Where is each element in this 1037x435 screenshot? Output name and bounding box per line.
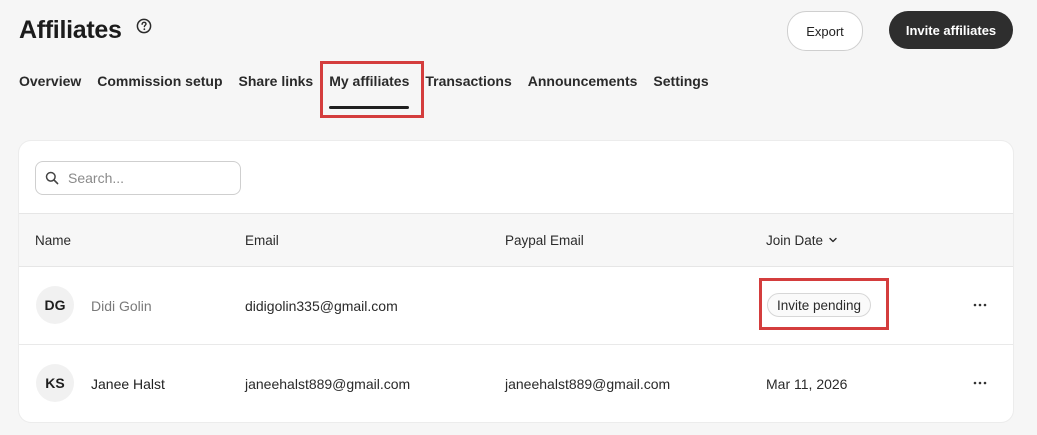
affiliate-email: janeehalst889@gmail.com bbox=[245, 376, 411, 392]
search-icon bbox=[45, 171, 59, 185]
avatar: KS bbox=[36, 364, 74, 402]
help-circle-icon[interactable] bbox=[136, 18, 152, 34]
export-button[interactable]: Export bbox=[787, 11, 863, 51]
table-header: Name Email Paypal Email Join Date bbox=[19, 213, 1013, 267]
affiliate-paypal-email: janeehalst889@gmail.com bbox=[505, 376, 671, 392]
more-horizontal-icon[interactable] bbox=[971, 376, 989, 390]
column-header-name[interactable]: Name bbox=[35, 233, 71, 248]
highlight-tab-my-affiliates bbox=[320, 61, 424, 118]
affiliate-name: Janee Halst bbox=[91, 376, 165, 392]
tab-settings[interactable]: Settings bbox=[653, 73, 708, 93]
tab-commission-setup[interactable]: Commission setup bbox=[97, 73, 222, 93]
avatar: DG bbox=[36, 286, 74, 324]
page-header: Affiliates Export Invite affiliates bbox=[19, 11, 1013, 54]
join-date: Mar 11, 2026 bbox=[766, 376, 848, 392]
tab-announcements[interactable]: Announcements bbox=[528, 73, 638, 93]
search-input[interactable] bbox=[68, 169, 233, 187]
highlight-invite-pending bbox=[759, 278, 889, 330]
tab-overview[interactable]: Overview bbox=[19, 73, 81, 93]
join-date-label: Join Date bbox=[766, 233, 824, 248]
tab-transactions[interactable]: Transactions bbox=[425, 73, 511, 93]
chevron-down-icon bbox=[829, 237, 837, 243]
affiliate-name: Didi Golin bbox=[91, 298, 152, 314]
tab-share-links[interactable]: Share links bbox=[239, 73, 314, 93]
page-title: Affiliates bbox=[19, 16, 122, 44]
column-header-email[interactable]: Email bbox=[245, 233, 279, 248]
affiliate-email: didigolin335@gmail.com bbox=[245, 298, 398, 314]
more-horizontal-icon[interactable] bbox=[971, 298, 989, 312]
search-box[interactable] bbox=[35, 161, 241, 195]
invite-affiliates-button[interactable]: Invite affiliates bbox=[889, 11, 1013, 49]
table-row[interactable]: KS Janee Halst janeehalst889@gmail.com j… bbox=[19, 345, 1013, 422]
column-header-join-date[interactable]: Join Date bbox=[766, 233, 837, 248]
column-header-paypal-email[interactable]: Paypal Email bbox=[505, 233, 584, 248]
